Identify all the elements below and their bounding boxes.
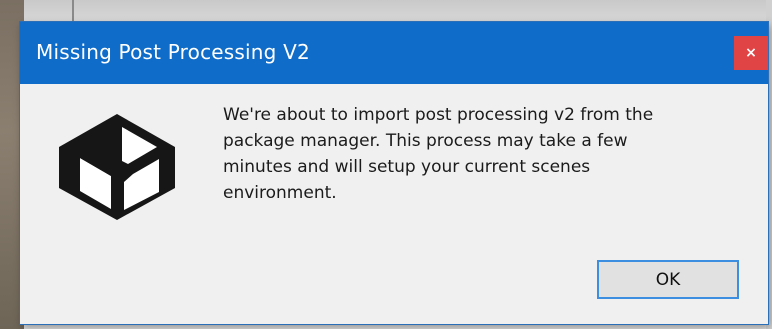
- message-line: environment.: [223, 183, 337, 203]
- message-line: package manager. This process may take a…: [223, 131, 628, 151]
- background-window-top: [24, 0, 772, 22]
- dialog-message: We're about to import post processing v2…: [223, 102, 723, 206]
- close-button[interactable]: ×: [734, 36, 768, 70]
- close-icon: ×: [745, 45, 757, 61]
- dialog-title: Missing Post Processing V2: [36, 40, 310, 64]
- message-line: We're about to import post processing v2…: [223, 105, 654, 125]
- message-line: minutes and will setup your current scen…: [223, 157, 591, 177]
- missing-post-processing-dialog: Missing Post Processing V2 × We're about…: [20, 22, 768, 324]
- dialog-body: We're about to import post processing v2…: [20, 84, 768, 324]
- dialog-titlebar[interactable]: Missing Post Processing V2 ×: [20, 22, 768, 84]
- background-divider: [72, 0, 74, 22]
- unity-logo-icon: [59, 114, 175, 220]
- ok-button[interactable]: OK: [597, 260, 739, 299]
